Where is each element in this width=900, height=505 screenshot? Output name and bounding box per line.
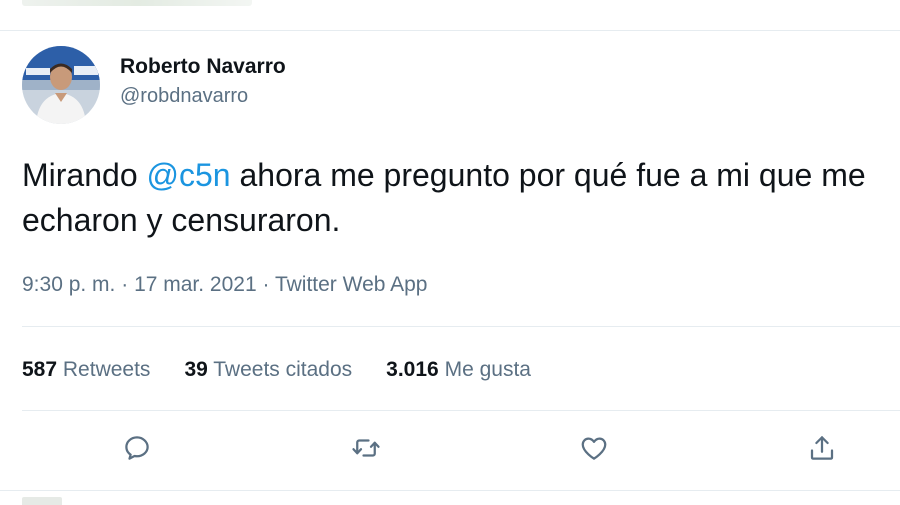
cropped-previous-content xyxy=(22,0,252,6)
tweet-date[interactable]: 17 mar. 2021 xyxy=(134,273,257,296)
retweets-label: Retweets xyxy=(62,358,151,381)
divider xyxy=(22,326,900,327)
meta-separator: · xyxy=(115,273,135,296)
retweet-button[interactable] xyxy=(346,428,386,468)
reply-button[interactable] xyxy=(117,428,157,468)
divider xyxy=(22,410,900,411)
likes-stat[interactable]: 3.016 Me gusta xyxy=(386,355,531,385)
tweet-header: Roberto Navarro @robdnavarro xyxy=(22,44,286,126)
tweet-actions xyxy=(0,428,900,476)
retweets-stat[interactable]: 587 Retweets xyxy=(22,355,150,385)
next-content-strip xyxy=(0,490,900,505)
previous-content-strip xyxy=(0,0,900,31)
heart-icon xyxy=(581,437,607,460)
cropped-next-content xyxy=(22,497,62,505)
quote-tweets-stat[interactable]: 39 Tweets citados xyxy=(184,355,352,385)
author-handle[interactable]: @robdnavarro xyxy=(120,81,286,111)
quote-tweets-label: Tweets citados xyxy=(213,358,353,381)
share-button[interactable] xyxy=(802,428,842,468)
share-icon xyxy=(810,436,834,460)
mention-link[interactable]: @c5n xyxy=(147,157,231,193)
likes-count: 3.016 xyxy=(386,358,439,381)
author-names: Roberto Navarro @robdnavarro xyxy=(120,53,286,111)
tweet-time[interactable]: 9:30 p. m. xyxy=(22,273,115,296)
like-button[interactable] xyxy=(574,428,614,468)
tweet-text: Mirando @c5n ahora me pregunto por qué f… xyxy=(22,153,882,243)
tweet-page: Roberto Navarro @robdnavarro Mirando @c5… xyxy=(0,0,900,505)
retweets-count: 587 xyxy=(22,358,58,381)
reply-icon xyxy=(125,436,149,460)
tweet-source[interactable]: Twitter Web App xyxy=(275,273,428,296)
author-display-name[interactable]: Roberto Navarro xyxy=(120,53,286,81)
retweet-icon xyxy=(352,439,380,457)
meta-separator: · xyxy=(256,273,275,296)
avatar-image xyxy=(22,46,100,124)
tweet-text-part: Mirando xyxy=(22,157,147,193)
tweet-stats: 587 Retweets 39 Tweets citados 3.016 Me … xyxy=(22,355,565,385)
avatar[interactable] xyxy=(22,46,100,124)
tweet-meta: 9:30 p. m. · 17 mar. 2021 · Twitter Web … xyxy=(22,270,427,300)
likes-label: Me gusta xyxy=(444,358,531,381)
quote-tweets-count: 39 xyxy=(184,358,208,381)
